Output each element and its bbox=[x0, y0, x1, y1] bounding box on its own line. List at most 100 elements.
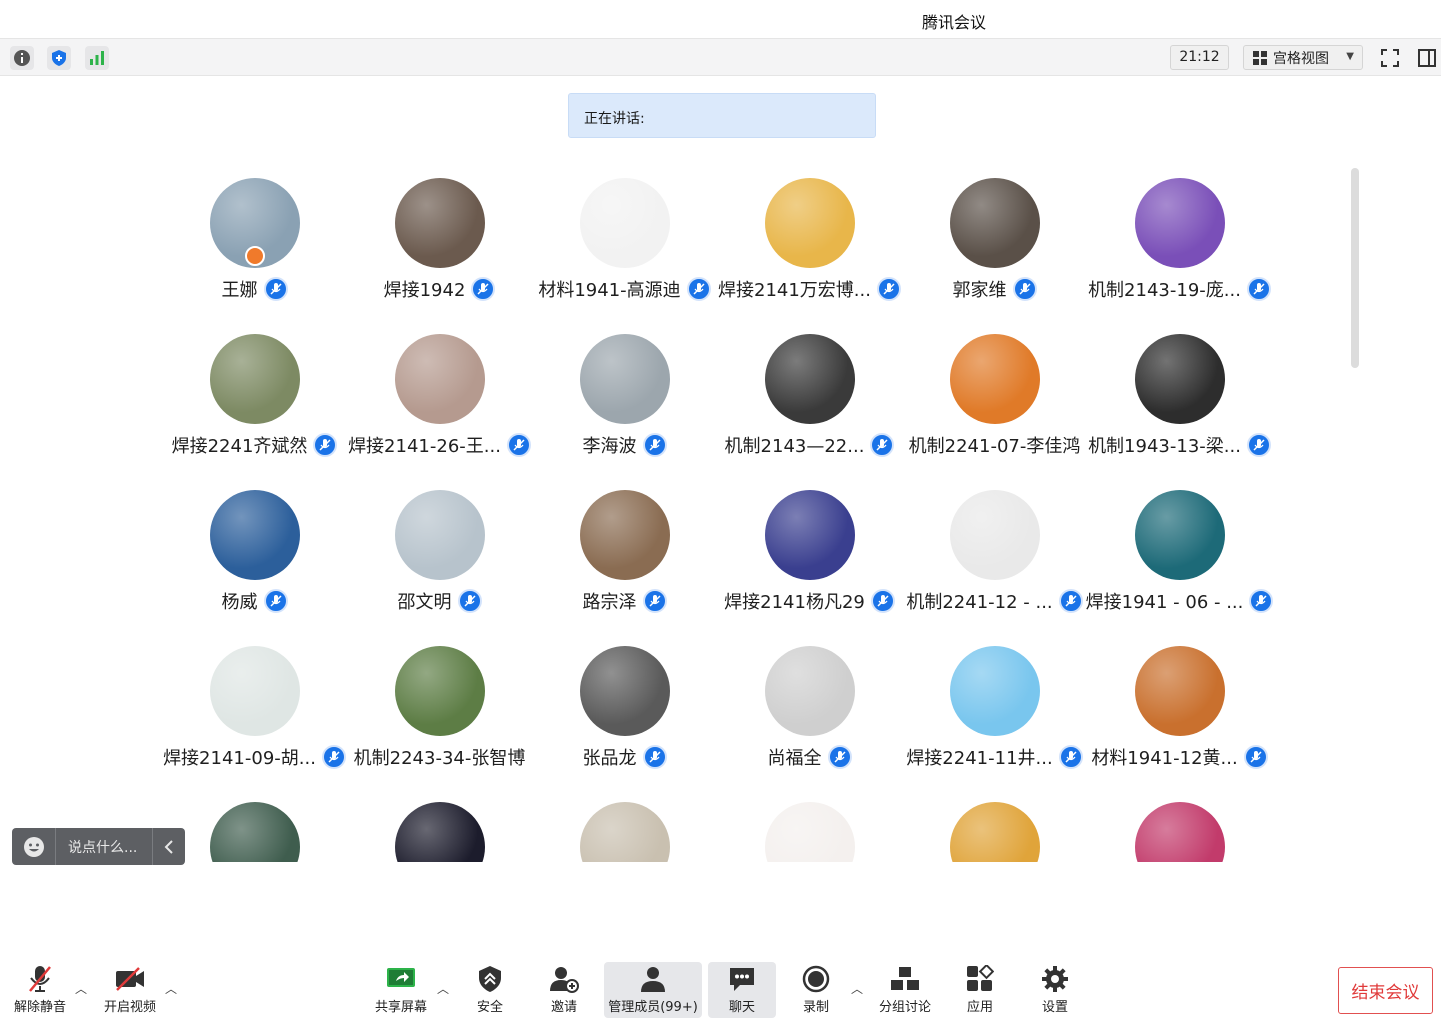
participant-tile[interactable]: 机制2243-34-张智博 bbox=[347, 636, 532, 786]
participant-name-row: 尚福全 bbox=[717, 744, 902, 770]
participant-name: 焊接2141-09-胡... bbox=[163, 748, 316, 769]
mic-muted-icon bbox=[1246, 433, 1271, 457]
security-button[interactable]: 安全 bbox=[450, 962, 530, 1018]
participant-tile[interactable] bbox=[532, 792, 717, 862]
chevron-up-icon[interactable]: ︿ bbox=[851, 980, 863, 997]
avatar bbox=[764, 178, 855, 268]
participant-tile[interactable]: 杨威 bbox=[162, 480, 347, 630]
grid-view-dropdown[interactable]: 宫格视图 ▼ bbox=[1243, 45, 1363, 70]
avatar bbox=[764, 802, 855, 862]
participant-tile[interactable]: 机制2143—22... bbox=[717, 324, 902, 474]
participant-tile[interactable] bbox=[717, 792, 902, 862]
sidebar-toggle-icon[interactable] bbox=[1415, 46, 1439, 70]
breakout-button[interactable]: 分组讨论 bbox=[865, 962, 945, 1018]
participant-tile[interactable]: 机制2143-19-庞... bbox=[1087, 168, 1272, 318]
participant-tile[interactable] bbox=[347, 792, 532, 862]
mic-muted-icon bbox=[642, 745, 667, 769]
gear-icon bbox=[1041, 962, 1069, 996]
participant-name-row: 焊接2241-11井... bbox=[902, 744, 1087, 770]
avatar bbox=[764, 490, 855, 580]
avatar bbox=[1134, 334, 1225, 424]
participant-tile[interactable]: 邵文明 bbox=[347, 480, 532, 630]
participant-name: 焊接2141-26-王... bbox=[348, 436, 501, 457]
unmute-button[interactable]: 解除静音 bbox=[0, 962, 80, 1018]
participant-name: 焊接2141杨凡29 bbox=[724, 592, 865, 613]
start-video-button[interactable]: 开启视频 bbox=[90, 962, 170, 1018]
participant-tile[interactable]: 李海波 bbox=[532, 324, 717, 474]
avatar bbox=[579, 178, 670, 268]
participant-tile[interactable]: 路宗泽 bbox=[532, 480, 717, 630]
participant-tile[interactable]: 焊接2241-11井... bbox=[902, 636, 1087, 786]
chevron-up-icon[interactable]: ︿ bbox=[437, 980, 449, 997]
participant-tile[interactable]: 焊接2141-09-胡... bbox=[162, 636, 347, 786]
avatar bbox=[949, 490, 1040, 580]
avatar bbox=[394, 802, 485, 862]
fullscreen-icon[interactable] bbox=[1378, 46, 1402, 70]
mic-muted-icon bbox=[1058, 589, 1083, 613]
avatar bbox=[1134, 178, 1225, 268]
participant-tile[interactable]: 郭家维 bbox=[902, 168, 1087, 318]
view-label: 宫格视图 bbox=[1273, 50, 1329, 67]
participant-tile[interactable]: 张品龙 bbox=[532, 636, 717, 786]
scrollbar[interactable] bbox=[1351, 168, 1359, 368]
manage-members-button[interactable]: 管理成员(99+) bbox=[604, 962, 702, 1018]
mic-muted-icon bbox=[471, 277, 496, 301]
participant-name-row: 焊接2141杨凡29 bbox=[717, 588, 902, 614]
end-meeting-button[interactable]: 结束会议 bbox=[1338, 967, 1433, 1014]
mic-muted-icon bbox=[1249, 589, 1274, 613]
participant-tile[interactable] bbox=[902, 792, 1087, 862]
settings-button[interactable]: 设置 bbox=[1015, 962, 1095, 1018]
share-screen-button[interactable]: 共享屏幕 bbox=[361, 962, 441, 1018]
avatar bbox=[209, 490, 300, 580]
participant-tile[interactable]: 机制1943-13-梁... bbox=[1087, 324, 1272, 474]
mic-muted-icon bbox=[26, 962, 54, 996]
participant-name-row: 机制2143—22... bbox=[717, 432, 902, 458]
mic-muted-icon bbox=[506, 433, 531, 457]
manage-members-label: 管理成员(99+) bbox=[608, 1000, 698, 1015]
avatar bbox=[949, 646, 1040, 736]
emoji-icon[interactable] bbox=[12, 828, 56, 865]
top-toolbar: 21:12 宫格视图 ▼ bbox=[0, 38, 1441, 76]
participant-tile[interactable]: 机制2241-07-李佳鸿 bbox=[902, 324, 1087, 474]
settings-label: 设置 bbox=[1041, 1000, 1068, 1015]
participant-tile[interactable]: 焊接1941 - 06 - ... bbox=[1086, 480, 1274, 630]
share-screen-icon bbox=[386, 962, 416, 996]
members-icon bbox=[639, 962, 667, 996]
host-badge-icon bbox=[244, 246, 265, 266]
participant-name: 郭家维 bbox=[952, 280, 1007, 301]
participant-tile[interactable]: 材料1941-12黄... bbox=[1087, 636, 1272, 786]
title-bar: 腾讯会议 bbox=[0, 0, 1441, 38]
participant-tile[interactable] bbox=[162, 792, 347, 862]
participant-tile[interactable]: 尚福全 bbox=[717, 636, 902, 786]
participant-tile[interactable]: 焊接2141万宏博... bbox=[717, 168, 902, 318]
participant-name-row: 邵文明 bbox=[347, 588, 532, 614]
camera-off-icon bbox=[114, 962, 146, 996]
chevron-up-icon[interactable]: ︿ bbox=[75, 980, 87, 997]
apps-button[interactable]: 应用 bbox=[940, 962, 1020, 1018]
participant-name-row: 机制2243-34-张智博 bbox=[347, 744, 532, 770]
participant-tile[interactable]: 焊接2141-26-王... bbox=[347, 324, 532, 474]
info-icon[interactable] bbox=[10, 46, 34, 70]
invite-button[interactable]: 邀请 bbox=[524, 962, 604, 1018]
participant-tile[interactable]: 焊接1942 bbox=[347, 168, 532, 318]
participant-tile[interactable]: 焊接2141杨凡29 bbox=[717, 480, 902, 630]
participant-tile[interactable]: 焊接2241齐斌然 bbox=[162, 324, 347, 474]
participant-name-row: 焊接2141-09-胡... bbox=[162, 744, 347, 770]
security-label: 安全 bbox=[476, 1000, 503, 1015]
shield-icon[interactable] bbox=[47, 46, 71, 70]
participant-tile[interactable]: 材料1941-高源迪 bbox=[532, 168, 717, 318]
avatar bbox=[949, 334, 1040, 424]
participant-tile[interactable] bbox=[1087, 792, 1272, 862]
signal-icon[interactable] bbox=[85, 46, 109, 70]
mic-muted-icon bbox=[1058, 745, 1083, 769]
participant-tile[interactable]: 机制2241-12 - ... bbox=[902, 480, 1087, 630]
chevron-up-icon[interactable]: ︿ bbox=[165, 980, 177, 997]
participant-name: 杨威 bbox=[221, 592, 258, 613]
chat-quick-input[interactable]: 说点什么... bbox=[12, 828, 185, 865]
mic-muted-icon bbox=[827, 745, 852, 769]
chat-button[interactable]: 聊天 bbox=[708, 962, 776, 1018]
chevron-left-icon[interactable] bbox=[152, 828, 185, 865]
participant-tile[interactable]: 王娜 bbox=[162, 168, 347, 318]
apps-label: 应用 bbox=[966, 1000, 993, 1015]
record-button[interactable]: 录制 bbox=[776, 962, 856, 1018]
